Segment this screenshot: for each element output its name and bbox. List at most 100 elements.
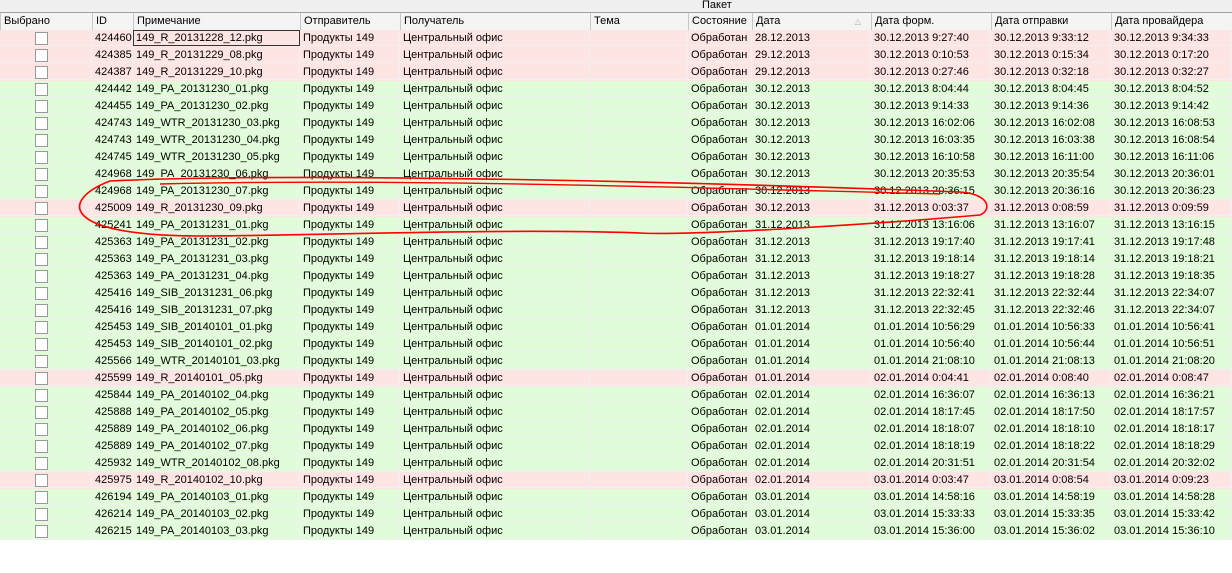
- cell-note[interactable]: 149_WTR_20140101_03.pkg: [133, 353, 300, 369]
- cell-id[interactable]: 425416: [92, 302, 133, 318]
- cell-sender[interactable]: Продукты 149: [300, 455, 400, 471]
- cell-status[interactable]: Обработан: [688, 353, 752, 369]
- cell-recipient[interactable]: Центральный офис: [400, 302, 590, 318]
- cell-id[interactable]: 425363: [92, 234, 133, 250]
- cell-subject[interactable]: [590, 200, 688, 216]
- cell-sender[interactable]: Продукты 149: [300, 268, 400, 284]
- cell-note[interactable]: 149_PA_20131230_01.pkg: [133, 81, 300, 97]
- cell-recipient[interactable]: Центральный офис: [400, 47, 590, 63]
- cell-date[interactable]: 30.12.2013: [752, 183, 871, 199]
- column-header-formed[interactable]: Дата форм.: [871, 13, 991, 30]
- select-checkbox[interactable]: [35, 32, 48, 45]
- cell-sent[interactable]: 30.12.2013 16:11:00: [991, 149, 1111, 165]
- cell-recipient[interactable]: Центральный офис: [400, 353, 590, 369]
- cell-id[interactable]: 425241: [92, 217, 133, 233]
- cell-date[interactable]: 28.12.2013: [752, 30, 871, 46]
- cell-selected[interactable]: [0, 353, 92, 369]
- cell-sent[interactable]: 30.12.2013 9:14:36: [991, 98, 1111, 114]
- table-row[interactable]: 426214 149_PA_20140103_02.pkg Продукты 149…: [0, 506, 1232, 523]
- cell-selected[interactable]: [0, 370, 92, 386]
- table-row[interactable]: 425566 149_WTR_20140101_03.pkg Продукты 14…: [0, 353, 1232, 370]
- cell-recipient[interactable]: Центральный офис: [400, 132, 590, 148]
- cell-selected[interactable]: [0, 30, 92, 46]
- cell-note[interactable]: 149_PA_20131231_04.pkg: [133, 268, 300, 284]
- select-checkbox[interactable]: [35, 304, 48, 317]
- cell-subject[interactable]: [590, 149, 688, 165]
- table-row[interactable]: 425416 149_SIB_20131231_07.pkg Продукты 14…: [0, 302, 1232, 319]
- select-checkbox[interactable]: [35, 49, 48, 62]
- cell-subject[interactable]: [590, 489, 688, 505]
- cell-sent[interactable]: 30.12.2013 0:15:34: [991, 47, 1111, 63]
- cell-date[interactable]: 29.12.2013: [752, 64, 871, 80]
- table-row[interactable]: 426215 149_PA_20140103_03.pkg Продукты 149…: [0, 523, 1232, 540]
- cell-provider[interactable]: 02.01.2014 18:17:57: [1111, 404, 1232, 420]
- cell-provider[interactable]: 03.01.2014 0:09:23: [1111, 472, 1232, 488]
- cell-subject[interactable]: [590, 166, 688, 182]
- cell-recipient[interactable]: Центральный офис: [400, 319, 590, 335]
- cell-status[interactable]: Обработан: [688, 217, 752, 233]
- table-row[interactable]: 424968 149_PA_20131230_06.pkg Продукты 149…: [0, 166, 1232, 183]
- cell-sender[interactable]: Продукты 149: [300, 523, 400, 539]
- cell-selected[interactable]: [0, 132, 92, 148]
- cell-note[interactable]: 149_PA_20140103_02.pkg: [133, 506, 300, 522]
- cell-subject[interactable]: [590, 217, 688, 233]
- cell-note[interactable]: 149_R_20131228_12.pkg: [133, 30, 300, 46]
- select-checkbox[interactable]: [35, 491, 48, 504]
- cell-note[interactable]: 149_PA_20131230_06.pkg: [133, 166, 300, 182]
- cell-recipient[interactable]: Центральный офис: [400, 64, 590, 80]
- cell-note[interactable]: 149_SIB_20140101_01.pkg: [133, 319, 300, 335]
- cell-provider[interactable]: 03.01.2014 15:33:42: [1111, 506, 1232, 522]
- table-row[interactable]: 424968 149_PA_20131230_07.pkg Продукты 149…: [0, 183, 1232, 200]
- cell-sent[interactable]: 30.12.2013 8:04:45: [991, 81, 1111, 97]
- cell-id[interactable]: 426215: [92, 523, 133, 539]
- cell-id[interactable]: 424745: [92, 149, 133, 165]
- cell-sender[interactable]: Продукты 149: [300, 472, 400, 488]
- cell-subject[interactable]: [590, 421, 688, 437]
- cell-provider[interactable]: 31.12.2013 19:18:35: [1111, 268, 1232, 284]
- cell-sender[interactable]: Продукты 149: [300, 234, 400, 250]
- cell-formed[interactable]: 01.01.2014 10:56:40: [871, 336, 991, 352]
- cell-note[interactable]: 149_WTR_20140102_08.pkg: [133, 455, 300, 471]
- cell-sent[interactable]: 31.12.2013 22:32:44: [991, 285, 1111, 301]
- cell-selected[interactable]: [0, 115, 92, 131]
- cell-status[interactable]: Обработан: [688, 370, 752, 386]
- cell-id[interactable]: 424442: [92, 81, 133, 97]
- cell-note[interactable]: 149_R_20140102_10.pkg: [133, 472, 300, 488]
- cell-sender[interactable]: Продукты 149: [300, 64, 400, 80]
- cell-selected[interactable]: [0, 64, 92, 80]
- cell-recipient[interactable]: Центральный офис: [400, 387, 590, 403]
- cell-sent[interactable]: 30.12.2013 0:32:18: [991, 64, 1111, 80]
- cell-provider[interactable]: 30.12.2013 9:14:42: [1111, 98, 1232, 114]
- cell-note[interactable]: 149_PA_20140102_04.pkg: [133, 387, 300, 403]
- cell-note[interactable]: 149_R_20131229_10.pkg: [133, 64, 300, 80]
- cell-sender[interactable]: Продукты 149: [300, 200, 400, 216]
- cell-sent[interactable]: 30.12.2013 9:33:12: [991, 30, 1111, 46]
- cell-sent[interactable]: 02.01.2014 18:17:50: [991, 404, 1111, 420]
- cell-id[interactable]: 426214: [92, 506, 133, 522]
- cell-date[interactable]: 31.12.2013: [752, 285, 871, 301]
- table-row[interactable]: 424455 149_PA_20131230_02.pkg Продукты 149…: [0, 98, 1232, 115]
- cell-date[interactable]: 01.01.2014: [752, 353, 871, 369]
- cell-subject[interactable]: [590, 268, 688, 284]
- cell-status[interactable]: Обработан: [688, 166, 752, 182]
- cell-note[interactable]: 149_R_20140101_05.pkg: [133, 370, 300, 386]
- cell-date[interactable]: 02.01.2014: [752, 472, 871, 488]
- cell-formed[interactable]: 30.12.2013 20:36:15: [871, 183, 991, 199]
- cell-subject[interactable]: [590, 387, 688, 403]
- cell-date[interactable]: 01.01.2014: [752, 370, 871, 386]
- cell-recipient[interactable]: Центральный офис: [400, 115, 590, 131]
- cell-status[interactable]: Обработан: [688, 523, 752, 539]
- cell-provider[interactable]: 02.01.2014 18:18:29: [1111, 438, 1232, 454]
- cell-sent[interactable]: 31.12.2013 22:32:46: [991, 302, 1111, 318]
- cell-date[interactable]: 02.01.2014: [752, 421, 871, 437]
- cell-status[interactable]: Обработан: [688, 98, 752, 114]
- table-row[interactable]: 424743 149_WTR_20131230_04.pkg Продукты 14…: [0, 132, 1232, 149]
- cell-sent[interactable]: 31.12.2013 19:18:14: [991, 251, 1111, 267]
- cell-id[interactable]: 425009: [92, 200, 133, 216]
- cell-sender[interactable]: Продукты 149: [300, 47, 400, 63]
- column-header-date[interactable]: Дата △: [752, 13, 871, 30]
- select-checkbox[interactable]: [35, 474, 48, 487]
- cell-status[interactable]: Обработан: [688, 64, 752, 80]
- cell-status[interactable]: Обработан: [688, 234, 752, 250]
- column-header-selected[interactable]: Выбрано: [0, 13, 92, 30]
